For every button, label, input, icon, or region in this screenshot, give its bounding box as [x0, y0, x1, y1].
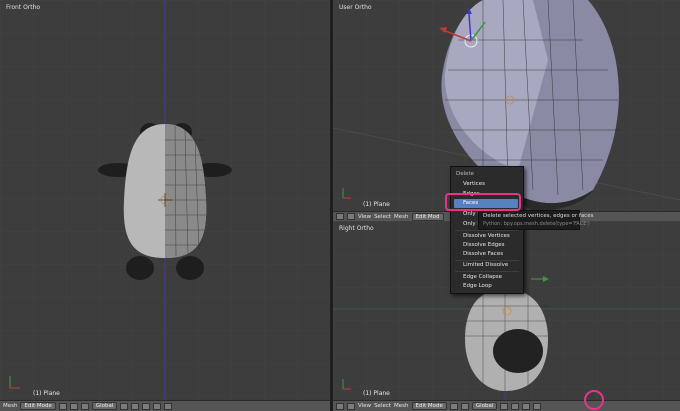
menu-item-dissolve-faces[interactable]: Dissolve Faces: [463, 251, 503, 257]
delete-menu: Delete Vertices Edges Faces Only E Only …: [450, 166, 524, 294]
menu-mesh[interactable]: Mesh: [394, 214, 408, 220]
menu-view[interactable]: View: [358, 403, 371, 409]
mode-selector[interactable]: Edit Mode: [411, 402, 447, 410]
pivot-icon[interactable]: [69, 402, 78, 410]
menu-separator: [455, 271, 519, 272]
delete-menu-title: Delete: [456, 171, 475, 177]
proportional-edit-icon[interactable]: [164, 402, 173, 410]
shading-icon[interactable]: [58, 402, 67, 410]
tooltip-description: Delete selected vertices, edges or faces: [483, 213, 594, 219]
menu-separator: [455, 260, 519, 261]
menu-item-dissolve-vertices[interactable]: Dissolve Vertices: [463, 233, 510, 239]
faces-tooltip: Delete selected vertices, edges or faces…: [478, 210, 593, 230]
menu-select[interactable]: Select: [374, 214, 391, 220]
menu-item-edge-collapse[interactable]: Edge Collapse: [463, 274, 502, 280]
viewport-label: Front Ortho: [6, 4, 41, 11]
shading-icon[interactable]: [449, 402, 458, 410]
snap-icon[interactable]: [153, 402, 162, 410]
select-mode-face-icon[interactable]: [522, 402, 531, 410]
menu-view[interactable]: View: [358, 214, 371, 220]
select-mode-vertex-icon[interactable]: [500, 402, 509, 410]
snap-icon[interactable]: [533, 402, 542, 410]
menu-mesh[interactable]: Mesh: [3, 403, 17, 409]
menu-separator: [455, 230, 519, 231]
select-mode-face-icon[interactable]: [142, 402, 151, 410]
manipulator-icon[interactable]: [80, 402, 89, 410]
select-mode-edge-icon[interactable]: [131, 402, 140, 410]
menu-toggle-icon[interactable]: [347, 402, 355, 410]
mode-selector[interactable]: Edit Mode: [20, 402, 56, 410]
select-mode-vertex-icon[interactable]: [120, 402, 129, 410]
tooltip-python: Python: bpy.ops.mesh.delete(type='FACE'): [483, 221, 590, 227]
orientation-selector[interactable]: Global: [91, 402, 118, 410]
menu-item-limited-dissolve[interactable]: Limited Dissolve: [463, 262, 508, 268]
editor-type-icon[interactable]: [336, 402, 344, 410]
front-viewport-header: Mesh Edit Mode Global: [0, 400, 330, 411]
object-label: (1) Plane: [363, 390, 390, 397]
faces-highlight-callout: [445, 193, 521, 211]
menu-item-edge-loop[interactable]: Edge Loop: [463, 283, 492, 289]
object-label: (1) Plane: [33, 390, 60, 397]
menu-item-vertices[interactable]: Vertices: [463, 181, 485, 187]
menu-mesh[interactable]: Mesh: [394, 403, 408, 409]
menu-toggle-icon[interactable]: [347, 213, 355, 220]
viewport-label: User Ortho: [339, 4, 372, 11]
viewport-label: Right Ortho: [339, 225, 374, 232]
front-ortho-scene: [0, 0, 330, 400]
header-highlight-circle: [584, 390, 604, 410]
editor-type-icon[interactable]: [336, 213, 344, 220]
right-viewport-header: View Select Mesh Edit Mode Global: [333, 400, 680, 411]
select-mode-edge-icon[interactable]: [511, 402, 520, 410]
menu-select[interactable]: Select: [374, 403, 391, 409]
mode-selector[interactable]: Edit Mod: [411, 212, 444, 221]
front-ortho-viewport[interactable]: Front Ortho (1) Plane: [0, 0, 330, 400]
orientation-selector[interactable]: Global: [471, 402, 498, 410]
pivot-icon[interactable]: [460, 402, 469, 410]
menu-item-dissolve-edges[interactable]: Dissolve Edges: [463, 242, 504, 248]
object-label: (1) Plane: [363, 201, 390, 208]
